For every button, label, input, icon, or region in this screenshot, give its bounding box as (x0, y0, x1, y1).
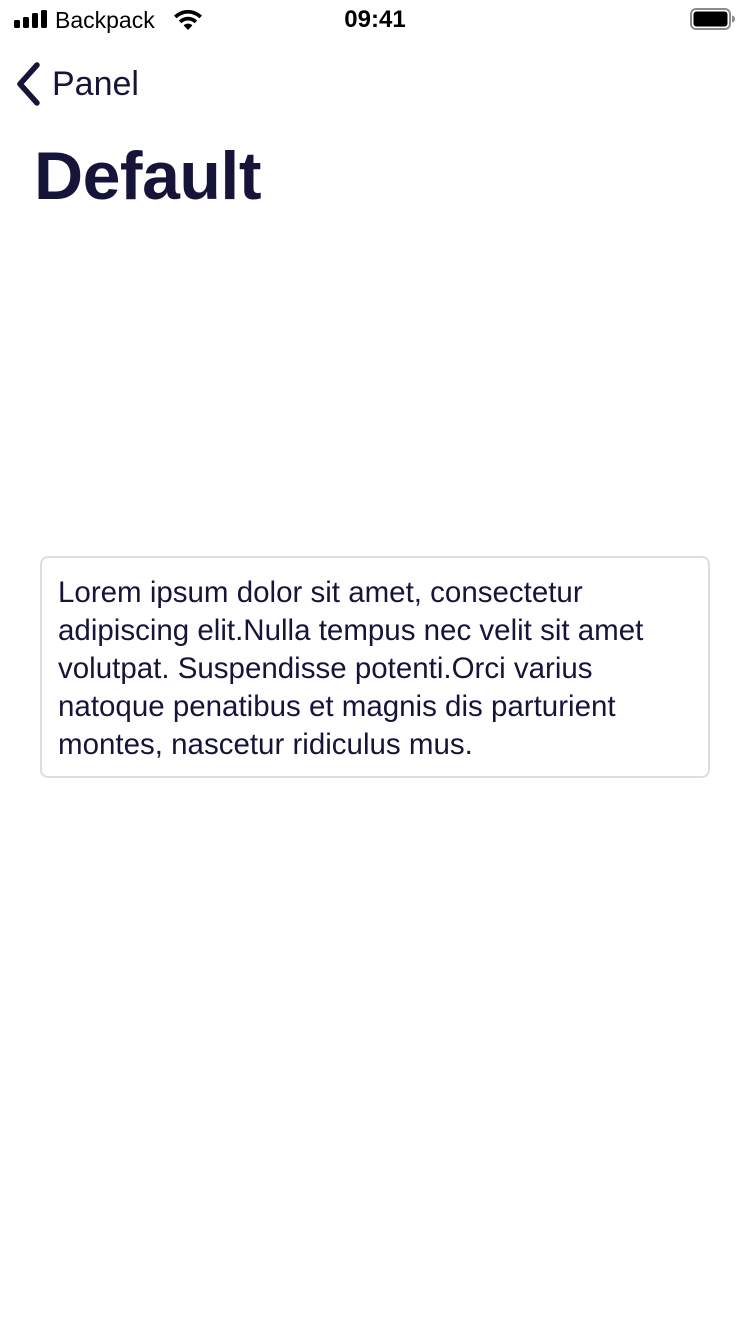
battery-icon (690, 8, 735, 30)
status-bar: Backpack 09:41 (0, 0, 750, 40)
status-time: 09:41 (344, 6, 406, 33)
back-button[interactable]: Panel (14, 60, 139, 108)
page-title: Default (34, 138, 261, 214)
chevron-left-icon (17, 62, 40, 106)
panel: Lorem ipsum dolor sit amet, consectetur … (40, 556, 710, 778)
panel-text: Lorem ipsum dolor sit amet, consectetur … (58, 576, 644, 761)
back-button-label: Panel (52, 65, 139, 103)
